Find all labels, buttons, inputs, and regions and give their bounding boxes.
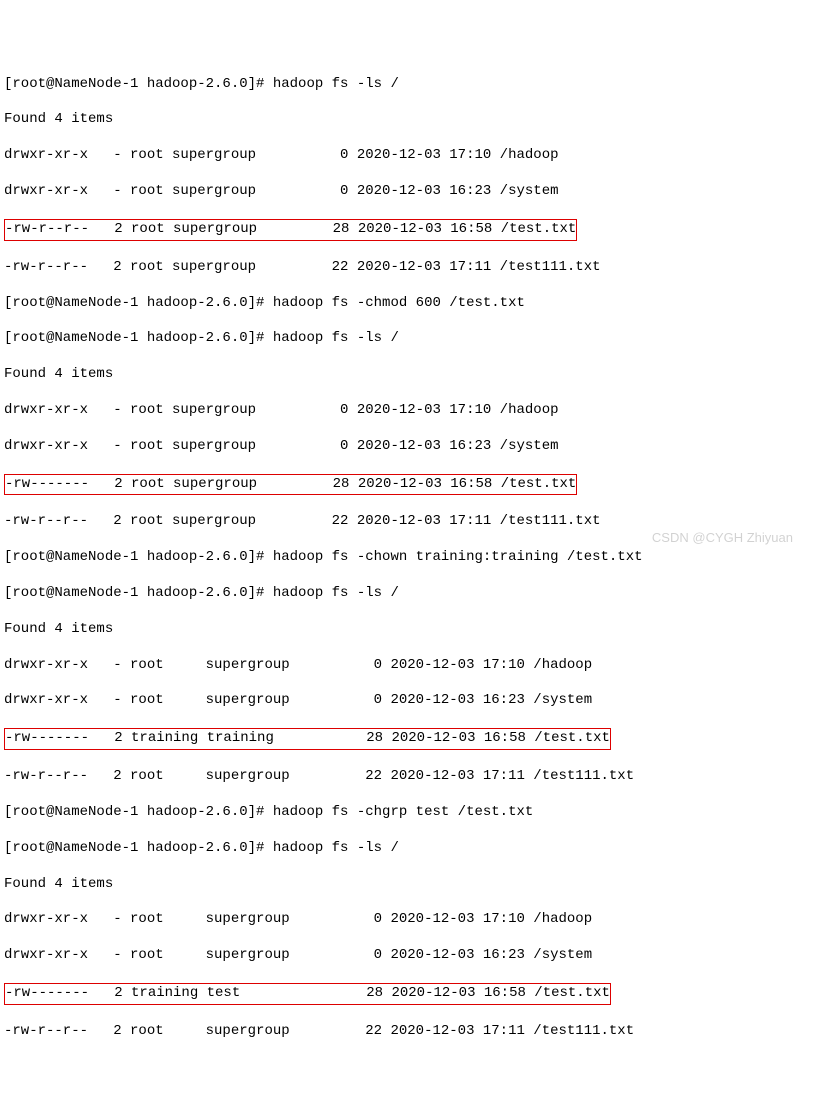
b1-test111: -rw-r--r-- 2 root supergroup 22 2020-12-… xyxy=(4,259,833,277)
cmd-ls-3: [root@NameNode-1 hadoop-2.6.0]# hadoop f… xyxy=(4,585,833,603)
b1-system: drwxr-xr-x - root supergroup 0 2020-12-0… xyxy=(4,183,833,201)
cmd-chgrp: [root@NameNode-1 hadoop-2.6.0]# hadoop f… xyxy=(4,804,833,822)
cmd-chmod: [root@NameNode-1 hadoop-2.6.0]# hadoop f… xyxy=(4,295,833,313)
b3-test: -rw------- 2 training training 28 2020-1… xyxy=(4,728,833,750)
b3-system: drwxr-xr-x - root supergroup 0 2020-12-0… xyxy=(4,692,833,710)
b4-test111: -rw-r--r-- 2 root supergroup 22 2020-12-… xyxy=(4,1023,833,1041)
b3-test111: -rw-r--r-- 2 root supergroup 22 2020-12-… xyxy=(4,768,833,786)
cmd-ls-2: [root@NameNode-1 hadoop-2.6.0]# hadoop f… xyxy=(4,330,833,348)
b2-system: drwxr-xr-x - root supergroup 0 2020-12-0… xyxy=(4,438,833,456)
found-4: Found 4 items xyxy=(4,876,833,894)
b1-hadoop: drwxr-xr-x - root supergroup 0 2020-12-0… xyxy=(4,147,833,165)
b4-hadoop: drwxr-xr-x - root supergroup 0 2020-12-0… xyxy=(4,911,833,929)
highlight-box: -rw------- 2 training training 28 2020-1… xyxy=(4,728,611,750)
highlight-box: -rw-r--r-- 2 root supergroup 28 2020-12-… xyxy=(4,219,577,241)
b3-hadoop: drwxr-xr-x - root supergroup 0 2020-12-0… xyxy=(4,657,833,675)
b4-system: drwxr-xr-x - root supergroup 0 2020-12-0… xyxy=(4,947,833,965)
found-2: Found 4 items xyxy=(4,366,833,384)
cmd-ls-4: [root@NameNode-1 hadoop-2.6.0]# hadoop f… xyxy=(4,840,833,858)
highlight-box: -rw------- 2 training test 28 2020-12-03… xyxy=(4,983,611,1005)
highlight-box: -rw------- 2 root supergroup 28 2020-12-… xyxy=(4,474,577,496)
found-3: Found 4 items xyxy=(4,621,833,639)
cmd-chown: [root@NameNode-1 hadoop-2.6.0]# hadoop f… xyxy=(4,549,833,567)
watermark: CSDN @CYGH Zhiyuan xyxy=(652,530,793,547)
b2-test111: -rw-r--r-- 2 root supergroup 22 2020-12-… xyxy=(4,513,833,531)
b1-test: -rw-r--r-- 2 root supergroup 28 2020-12-… xyxy=(4,219,833,241)
found-1: Found 4 items xyxy=(4,111,833,129)
cmd-ls-1: [root@NameNode-1 hadoop-2.6.0]# hadoop f… xyxy=(4,76,833,94)
b2-test: -rw------- 2 root supergroup 28 2020-12-… xyxy=(4,474,833,496)
b2-hadoop: drwxr-xr-x - root supergroup 0 2020-12-0… xyxy=(4,402,833,420)
b4-test: -rw------- 2 training test 28 2020-12-03… xyxy=(4,983,833,1005)
